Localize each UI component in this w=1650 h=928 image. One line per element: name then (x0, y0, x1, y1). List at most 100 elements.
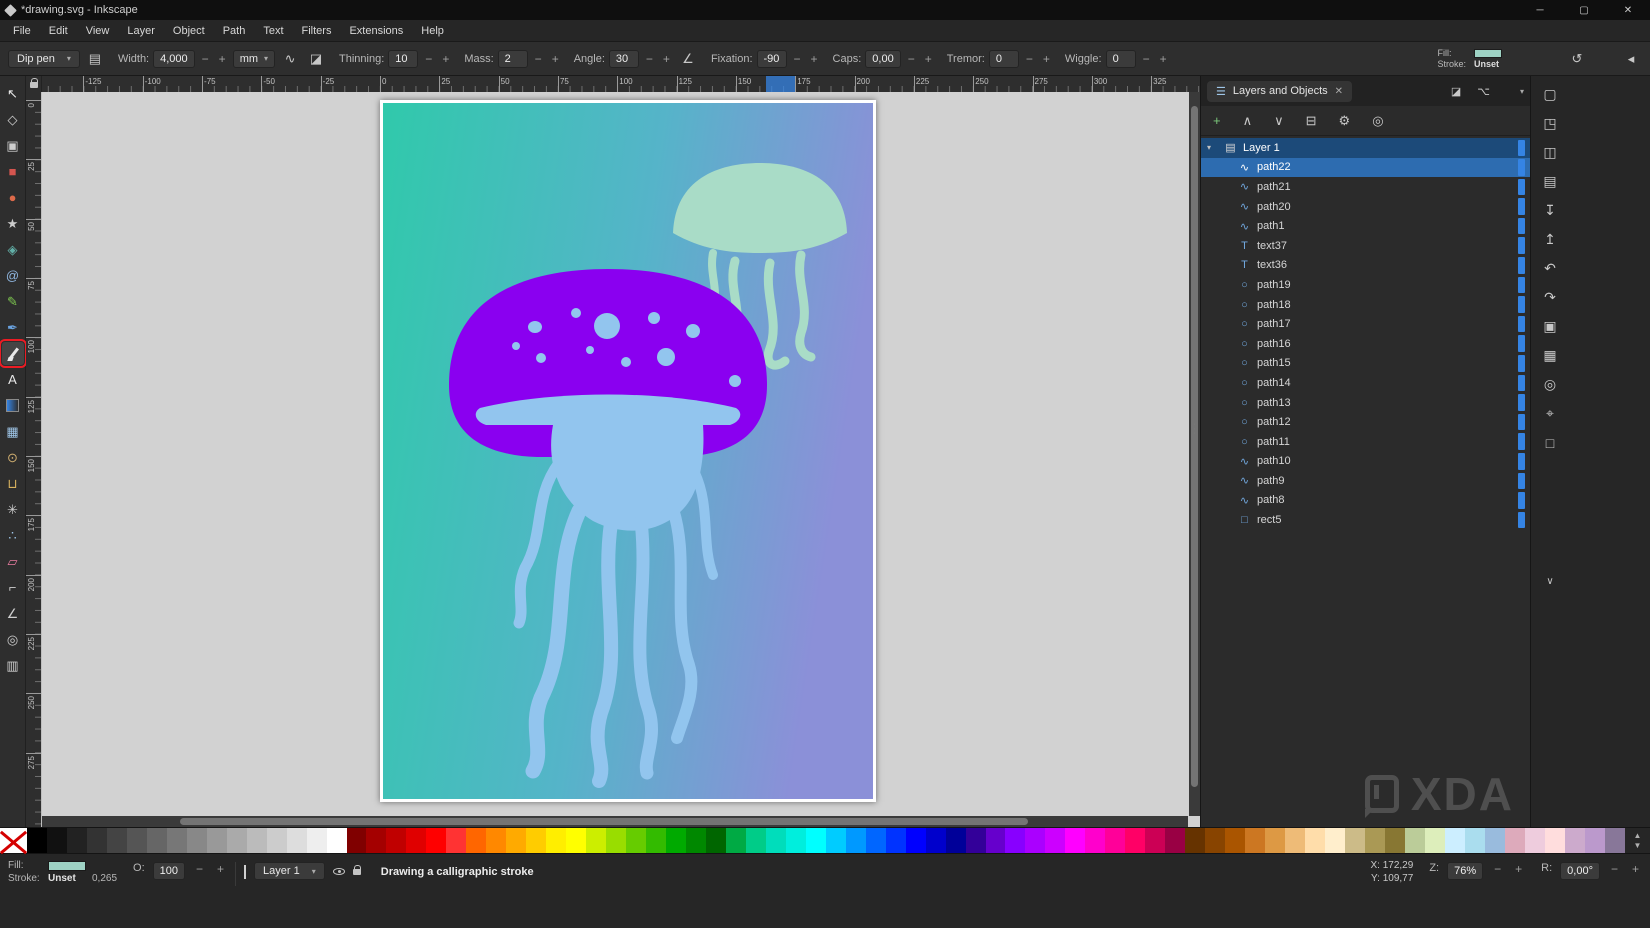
palette-swatch-58[interactable] (1185, 828, 1205, 853)
tool-connector[interactable]: ⌐ (2, 576, 24, 599)
object-row-path8[interactable]: ∿path8 (1201, 491, 1530, 511)
palette-swatch-27[interactable] (566, 828, 586, 853)
thinning-input[interactable]: 10 (388, 50, 418, 68)
highlight-color-chip[interactable] (1518, 277, 1525, 294)
tool-eraser[interactable]: ▱ (2, 550, 24, 573)
status-fill-swatch[interactable] (48, 861, 86, 871)
menu-path[interactable]: Path (214, 22, 255, 40)
palette-swatch-10[interactable] (227, 828, 247, 853)
palette-swatch-32[interactable] (666, 828, 686, 853)
palette-swatch-79[interactable] (1605, 828, 1625, 853)
opacity-decrease[interactable]: − (193, 862, 206, 876)
palette-swatch-55[interactable] (1125, 828, 1145, 853)
close-icon[interactable]: ✕ (1335, 86, 1343, 97)
panel-collapse-icon[interactable]: ∨ (1539, 571, 1561, 592)
tool-shape-builder[interactable]: ▣ (2, 134, 24, 157)
palette-swatch-16[interactable] (347, 828, 367, 853)
highlight-color-chip[interactable] (1518, 296, 1525, 313)
object-row-rect5[interactable]: □rect5 (1201, 510, 1530, 530)
menu-view[interactable]: View (77, 22, 119, 40)
palette-swatch-65[interactable] (1325, 828, 1345, 853)
palette-swatch-47[interactable] (966, 828, 986, 853)
fixation-increase[interactable]: + (808, 52, 821, 66)
palette-swatch-19[interactable] (406, 828, 426, 853)
menu-edit[interactable]: Edit (40, 22, 77, 40)
fill-swatch[interactable] (1474, 49, 1502, 58)
palette-swatch-26[interactable] (546, 828, 566, 853)
tool-zoom[interactable]: ◎ (2, 628, 24, 651)
palette-swatch-43[interactable] (886, 828, 906, 853)
highlight-color-chip[interactable] (1518, 355, 1525, 372)
document-new-icon[interactable]: ▢ (1539, 84, 1561, 105)
palette-swatch-25[interactable] (526, 828, 546, 853)
tool-measure[interactable]: ∠ (2, 602, 24, 625)
highlight-color-chip[interactable] (1518, 218, 1525, 235)
highlight-color-chip[interactable] (1518, 433, 1525, 450)
palette-swatch-5[interactable] (127, 828, 147, 853)
zoom-selection-icon[interactable]: ◎ (1539, 374, 1561, 395)
tool-pen[interactable]: ✒ (2, 316, 24, 339)
mass-input[interactable]: 2 (498, 50, 528, 68)
object-row-path17[interactable]: ○path17 (1201, 314, 1530, 334)
palette-swatch-64[interactable] (1305, 828, 1325, 853)
object-row-path22[interactable]: ∿path22 (1201, 158, 1530, 178)
wiggle-input[interactable]: 0 (1106, 50, 1136, 68)
opacity-increase[interactable]: + (214, 862, 227, 876)
thinning-increase[interactable]: + (439, 52, 452, 66)
object-row-path19[interactable]: ○path19 (1201, 275, 1530, 295)
palette-swatch-40[interactable] (826, 828, 846, 853)
palette-swatch-60[interactable] (1225, 828, 1245, 853)
highlight-color-chip[interactable] (1518, 140, 1525, 157)
palette-swatch-18[interactable] (386, 828, 406, 853)
palette-swatch-33[interactable] (686, 828, 706, 853)
highlight-color-chip[interactable] (1518, 512, 1525, 529)
palette-swatch-70[interactable] (1425, 828, 1445, 853)
tool-dropper[interactable]: ⊙ (2, 446, 24, 469)
undo-icon[interactable]: ↶ (1539, 258, 1561, 279)
palette-swatch-45[interactable] (926, 828, 946, 853)
palette-swatch-14[interactable] (307, 828, 327, 853)
tool-ellipse[interactable]: ● (2, 186, 24, 209)
redo-icon[interactable]: ↷ (1539, 287, 1561, 308)
highlight-color-chip[interactable] (1518, 237, 1525, 254)
palette-swatch-11[interactable] (247, 828, 267, 853)
object-row-path10[interactable]: ∿path10 (1201, 452, 1530, 472)
settings-icon[interactable]: ⚙ (1339, 113, 1351, 129)
document-open-icon[interactable]: ◳ (1539, 113, 1561, 134)
highlight-color-chip[interactable] (1518, 414, 1525, 431)
palette-swatch-73[interactable] (1485, 828, 1505, 853)
palette-swatch-28[interactable] (586, 828, 606, 853)
caps-decrease[interactable]: − (905, 52, 918, 66)
palette-swatch-4[interactable] (107, 828, 127, 853)
wiggle-increase[interactable]: + (1157, 52, 1170, 66)
highlight-color-chip[interactable] (1518, 473, 1525, 490)
palette-swatch-21[interactable] (446, 828, 466, 853)
object-row-path21[interactable]: ∿path21 (1201, 177, 1530, 197)
xml-editor-icon[interactable]: ⌥ (1477, 85, 1490, 98)
palette-swatch-34[interactable] (706, 828, 726, 853)
status-stroke-value[interactable]: Unset (48, 873, 86, 884)
tab-layers-and-objects[interactable]: ☰ Layers and Objects ✕ (1207, 81, 1352, 102)
angle-input[interactable]: 30 (609, 50, 639, 68)
reset-defaults-icon[interactable]: ↺ (1566, 51, 1588, 67)
fixation-decrease[interactable]: − (791, 52, 804, 66)
palette-swatch-35[interactable] (726, 828, 746, 853)
palette-swatch-61[interactable] (1245, 828, 1265, 853)
ruler-lock-toggle[interactable] (26, 76, 42, 92)
palette-scroll-arrows[interactable]: ▲▼ (1625, 828, 1650, 853)
vertical-ruler[interactable]: 0255075100125150175200225250275 (26, 92, 42, 827)
delete-item-icon[interactable]: ⊟ (1306, 113, 1317, 129)
object-row-path20[interactable]: ∿path20 (1201, 197, 1530, 217)
menu-object[interactable]: Object (164, 22, 214, 40)
tremor-decrease[interactable]: − (1023, 52, 1036, 66)
highlight-color-chip[interactable] (1518, 179, 1525, 196)
scroll-down-icon[interactable]: ▼ (1634, 841, 1642, 851)
paste-icon[interactable]: ▦ (1539, 345, 1561, 366)
window-minimize-button[interactable]: ─ (1518, 0, 1562, 20)
palette-swatch-37[interactable] (766, 828, 786, 853)
tilt-icon[interactable]: ∠ (677, 51, 699, 67)
palette-swatch-39[interactable] (806, 828, 826, 853)
zoom-increase[interactable]: + (1512, 862, 1525, 876)
zoom-input[interactable]: 76% (1447, 862, 1483, 880)
object-row-path1[interactable]: ∿path1 (1201, 216, 1530, 236)
